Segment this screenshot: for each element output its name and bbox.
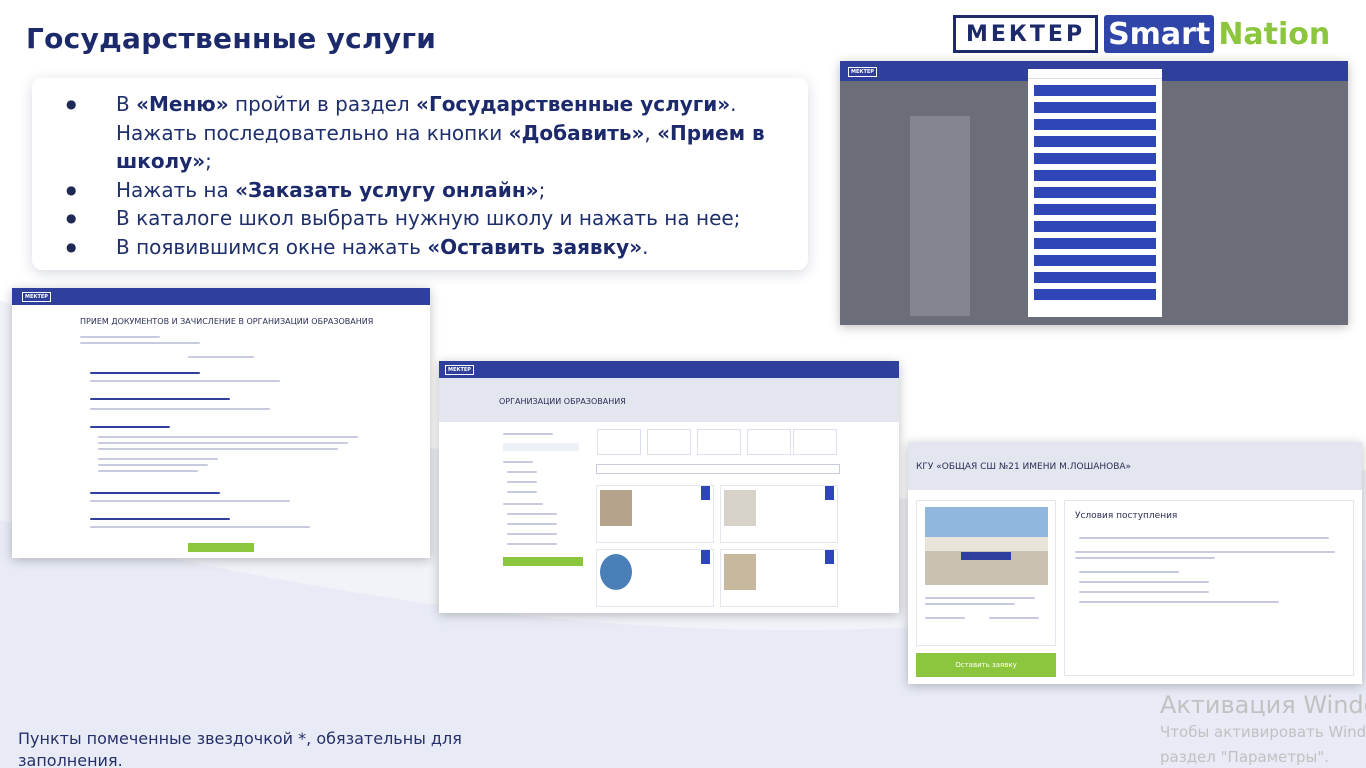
step-bold-text: «Оставить заявку» (427, 234, 643, 259)
steps-list: В «Меню» пройти в раздел «Государственны… (66, 90, 792, 261)
school-info-card (916, 500, 1056, 646)
nation-logo: Nation (1218, 16, 1331, 52)
step-bold-text: «Заказать услугу онлайн» (235, 177, 539, 202)
screenshot-topbar: МЕКТЕР (12, 288, 430, 305)
service-menu-button[interactable] (1034, 289, 1156, 300)
mekter-mini-logo: МЕКТЕР (445, 365, 474, 375)
school-details-screenshot: КГУ «ОБЩАЯ СШ №21 ИМЕНИ М.ЛОШАНОВА» Усло… (908, 442, 1362, 684)
category-tile[interactable] (597, 429, 641, 455)
logos: МЕКТЕР Smart Nation (953, 14, 1330, 54)
menu-dialog-screenshot: МЕКТЕР (840, 61, 1348, 325)
step-text: . (642, 234, 649, 259)
service-menu-button[interactable] (1034, 187, 1156, 198)
dialog-buttons (1028, 85, 1162, 300)
leave-request-button[interactable]: Оставить заявку (916, 653, 1056, 677)
conditions-title: Условия поступления (1075, 511, 1178, 521)
step-item: В каталоге школ выбрать нужную школу и н… (66, 204, 792, 233)
footnote: Пункты помеченные звездочкой *, обязател… (18, 729, 462, 768)
step-text: , (644, 120, 658, 145)
filter-panel (499, 429, 585, 607)
service-menu-button[interactable] (1034, 85, 1156, 96)
order-online-button[interactable] (188, 543, 254, 552)
service-menu-button[interactable] (1034, 272, 1156, 283)
school-tile[interactable] (596, 549, 714, 607)
service-menu-button[interactable] (1034, 221, 1156, 232)
mekter-logo: МЕКТЕР (953, 15, 1099, 53)
step-text: ; (205, 149, 212, 173)
category-tile[interactable] (747, 429, 791, 455)
step-item: Нажать на «Заказать услугу онлайн»; (66, 176, 792, 205)
step-text: Нажать на (116, 177, 236, 202)
step-text: В каталоге школ выбрать нужную школу и н… (116, 206, 741, 230)
service-menu-button[interactable] (1034, 136, 1156, 147)
step-text: В (116, 92, 137, 116)
service-menu-button[interactable] (1034, 204, 1156, 215)
school-tile[interactable] (720, 549, 838, 607)
windows-activation-watermark: Активация Windows Чтобы активировать Win… (1160, 690, 1366, 768)
step-bold-text: «Государственные услуги» (416, 92, 731, 116)
step-item: В появившимся окне нажать «Оставить заяв… (66, 233, 792, 262)
category-tile[interactable] (793, 429, 837, 455)
dialog-header (1028, 69, 1162, 79)
category-tile[interactable] (697, 429, 741, 455)
apply-filter-button[interactable] (503, 557, 583, 566)
school-title: КГУ «ОБЩАЯ СШ №21 ИМЕНИ М.ЛОШАНОВА» (916, 462, 1132, 472)
slide-title: Государственные услуги (26, 22, 437, 55)
step-text: В появившимся окне нажать (116, 234, 428, 259)
org-list-screenshot: МЕКТЕР ОРГАНИЗАЦИИ ОБРАЗОВАНИЯ (439, 361, 899, 613)
service-menu-button[interactable] (1034, 153, 1156, 164)
service-menu-button[interactable] (1034, 238, 1156, 249)
doc-title: ПРИЕМ ДОКУМЕНТОВ И ЗАЧИСЛЕНИЕ В ОРГАНИЗА… (80, 317, 374, 326)
school-tile[interactable] (720, 485, 838, 543)
instructions-card: В «Меню» пройти в раздел «Государственны… (32, 78, 808, 270)
watermark-line1: Активация Windows (1160, 691, 1366, 719)
mekter-mini-logo: МЕКТЕР (848, 67, 877, 77)
search-input[interactable] (596, 464, 840, 474)
screenshot-sidebar (910, 116, 970, 316)
category-tile[interactable] (647, 429, 691, 455)
services-dialog (1028, 69, 1162, 317)
watermark-line3: раздел "Параметры". (1160, 748, 1330, 766)
screenshot-topbar: МЕКТЕР (439, 361, 899, 378)
service-menu-button[interactable] (1034, 102, 1156, 113)
conditions-card: Условия поступления (1064, 500, 1354, 676)
service-menu-button[interactable] (1034, 255, 1156, 266)
step-item: В «Меню» пройти в раздел «Государственны… (66, 90, 792, 176)
step-text: пройти в раздел (228, 92, 417, 116)
page-title: ОРГАНИЗАЦИИ ОБРАЗОВАНИЯ (499, 397, 626, 406)
step-bold-text: «Добавить» (508, 120, 645, 145)
service-menu-button[interactable] (1034, 119, 1156, 130)
school-photo (925, 507, 1048, 585)
school-tile[interactable] (596, 485, 714, 543)
step-bold-text: «Меню» (136, 92, 229, 116)
mekter-mini-logo: МЕКТЕР (22, 292, 51, 302)
service-menu-button[interactable] (1034, 170, 1156, 181)
admission-doc-screenshot: МЕКТЕР ПРИЕМ ДОКУМЕНТОВ И ЗАЧИСЛЕНИЕ В О… (12, 288, 430, 558)
step-text: ; (538, 177, 546, 202)
smart-logo: Smart (1104, 15, 1215, 53)
watermark-line2: Чтобы активировать Windows, перейдите в (1160, 723, 1366, 741)
